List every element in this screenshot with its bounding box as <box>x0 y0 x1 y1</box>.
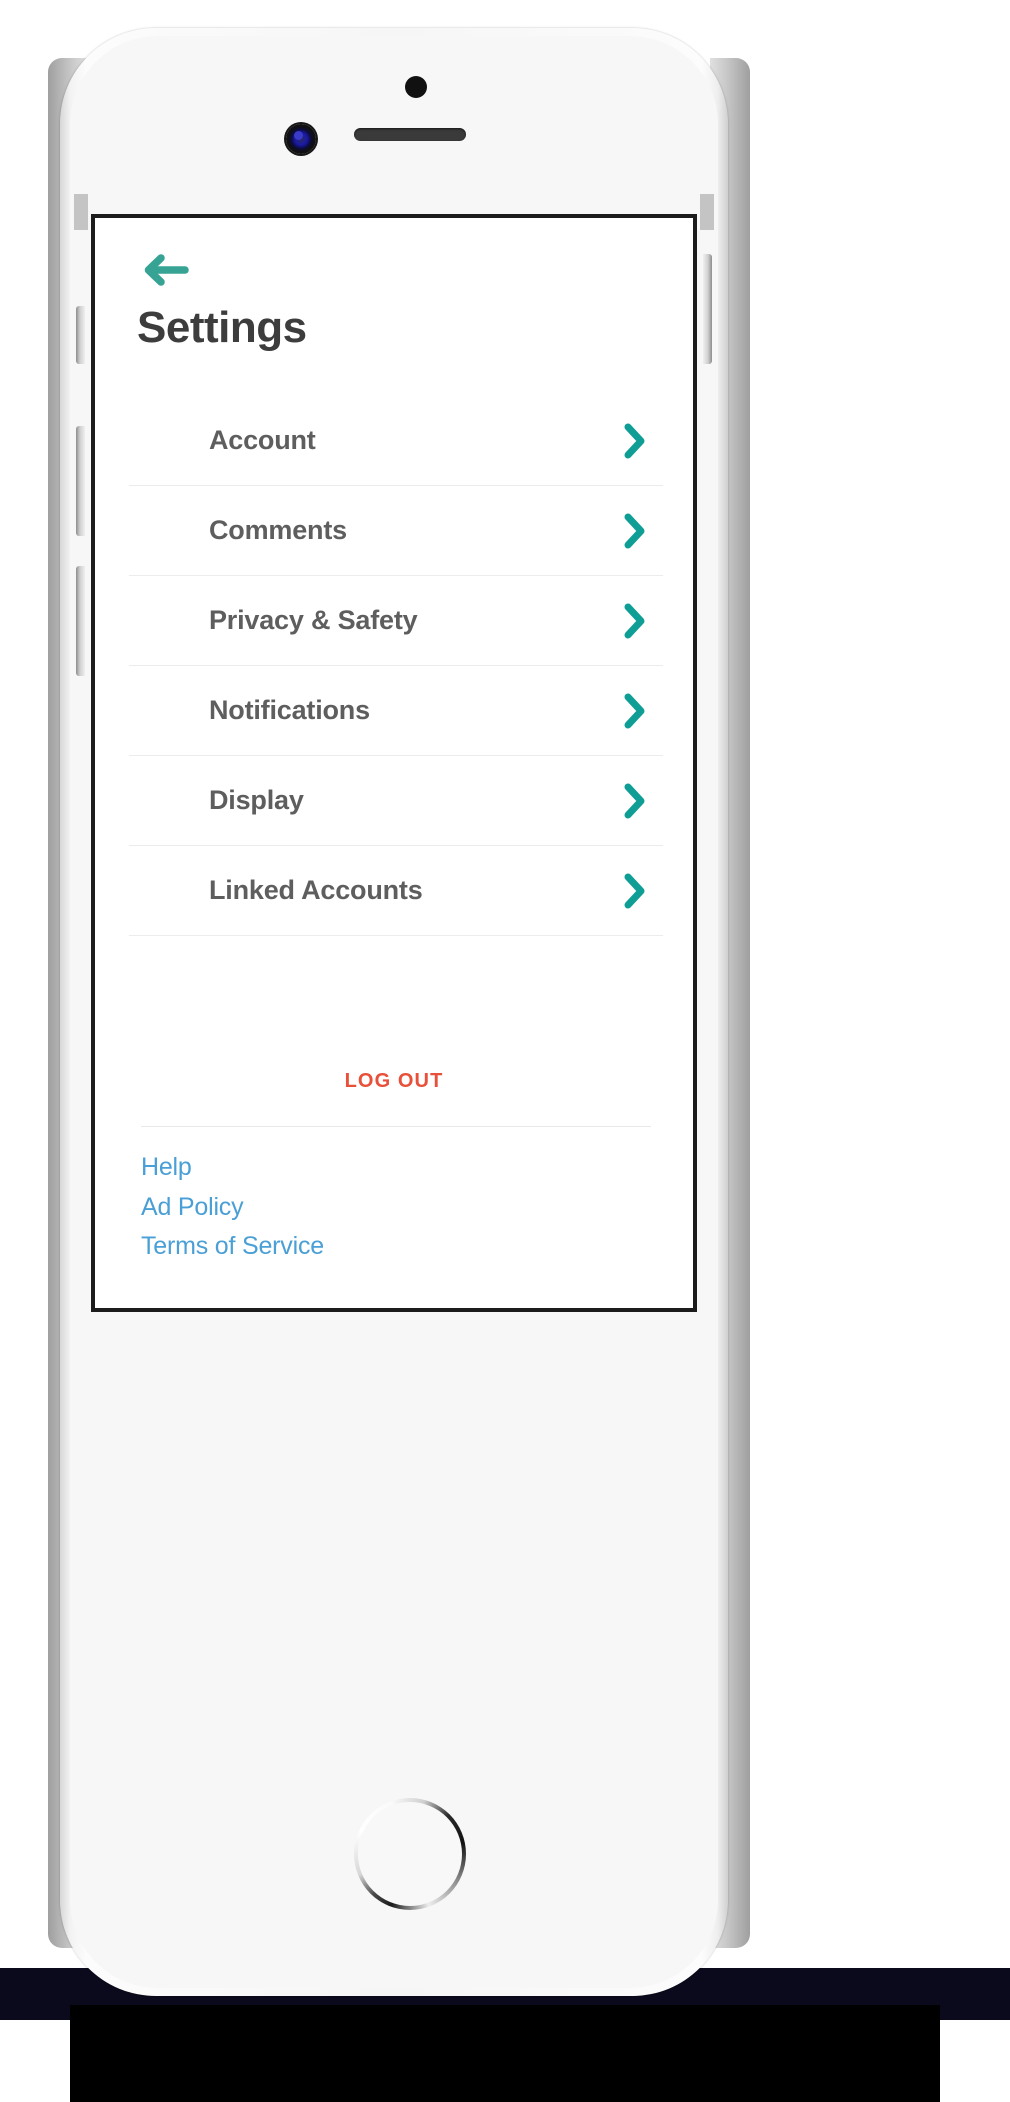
phone-screen: Settings Account Comments Privacy & Safe… <box>95 218 693 1308</box>
menu-item-label: Notifications <box>209 695 370 725</box>
log-out-button[interactable]: LOG OUT <box>95 1070 693 1093</box>
footer-link-help[interactable]: Help <box>141 1148 324 1188</box>
antenna-band-left <box>74 194 88 230</box>
chevron-right-icon <box>624 513 645 548</box>
menu-item-privacy-safety[interactable]: Privacy & Safety <box>129 576 663 666</box>
menu-item-label: Linked Accounts <box>209 875 423 905</box>
menu-item-label: Display <box>209 785 304 815</box>
front-camera-icon <box>286 124 316 154</box>
chevron-right-icon <box>624 603 645 638</box>
chevron-right-icon <box>624 423 645 458</box>
antenna-band-right <box>700 194 714 230</box>
settings-menu-list: Account Comments Privacy & Safety Notifi… <box>129 396 663 936</box>
chevron-right-icon <box>624 873 645 908</box>
back-button[interactable] <box>139 250 191 290</box>
mute-switch-button[interactable] <box>76 306 85 364</box>
settings-app: Settings Account Comments Privacy & Safe… <box>95 218 693 1308</box>
footer-link-ad-policy[interactable]: Ad Policy <box>141 1188 324 1228</box>
screen-bezel: Settings Account Comments Privacy & Safe… <box>91 214 697 1312</box>
footer-divider <box>141 1126 651 1127</box>
proximity-sensor-icon <box>405 76 427 98</box>
page-title: Settings <box>137 303 307 352</box>
volume-up-button[interactable] <box>76 426 85 536</box>
menu-item-label: Comments <box>209 515 347 545</box>
chevron-right-icon <box>624 693 645 728</box>
menu-item-comments[interactable]: Comments <box>129 486 663 576</box>
earpiece-speaker-icon <box>354 128 466 141</box>
phone-body: Settings Account Comments Privacy & Safe… <box>60 28 728 1996</box>
camera-lens-glint <box>294 131 303 140</box>
footer-link-terms-of-service[interactable]: Terms of Service <box>141 1227 324 1267</box>
menu-item-account[interactable]: Account <box>129 396 663 486</box>
footer-links: Help Ad Policy Terms of Service <box>141 1148 324 1267</box>
menu-item-linked-accounts[interactable]: Linked Accounts <box>129 846 663 936</box>
menu-item-label: Privacy & Safety <box>209 605 418 635</box>
menu-item-notifications[interactable]: Notifications <box>129 666 663 756</box>
menu-item-display[interactable]: Display <box>129 756 663 846</box>
arrow-left-icon <box>144 254 189 286</box>
home-button[interactable] <box>354 1798 466 1910</box>
surface-reflection-plate <box>70 2005 940 2102</box>
phone-device: Settings Account Comments Privacy & Safe… <box>38 28 750 2006</box>
power-button[interactable] <box>703 254 712 364</box>
menu-item-label: Account <box>209 425 316 455</box>
home-button-face <box>358 1802 462 1906</box>
volume-down-button[interactable] <box>76 566 85 676</box>
chevron-right-icon <box>624 783 645 818</box>
